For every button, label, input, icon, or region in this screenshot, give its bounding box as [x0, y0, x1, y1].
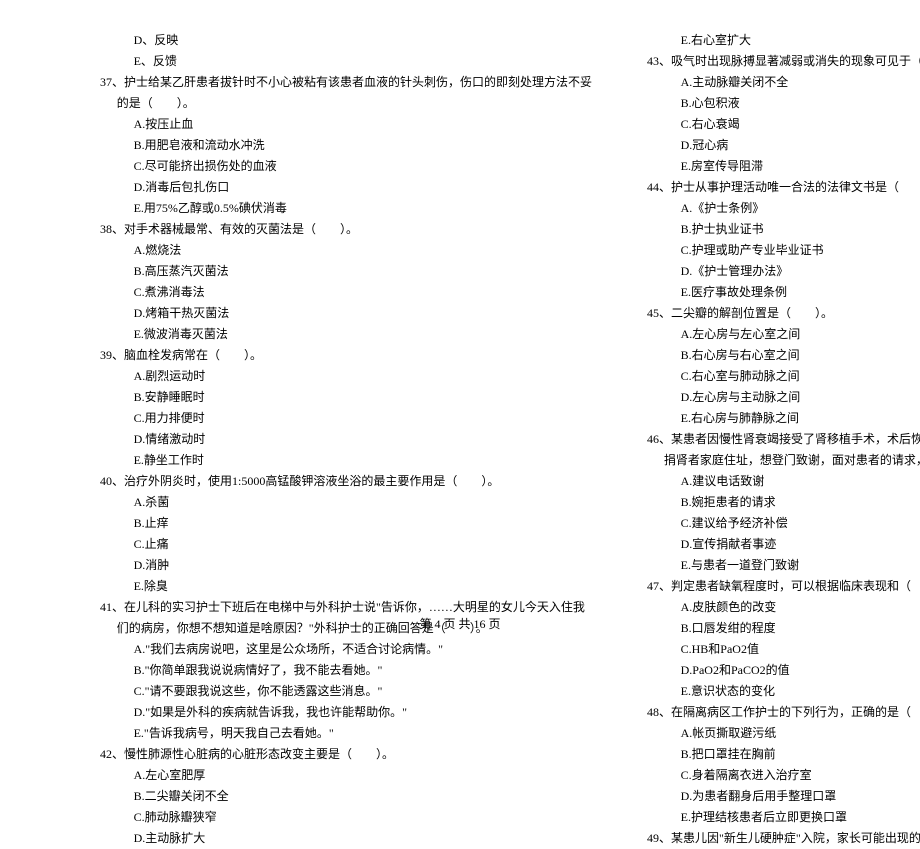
opt: E.静坐工作时 — [100, 450, 592, 471]
opt: D.冠心病 — [647, 135, 920, 156]
opt: D.为患者翻身后用手整理口罩 — [647, 786, 920, 807]
opt: E.房室传导阻滞 — [647, 156, 920, 177]
opt: A.左心室肥厚 — [100, 765, 592, 786]
opt: B.把口罩挂在胸前 — [647, 744, 920, 765]
opt: D.消肿 — [100, 555, 592, 576]
opt: B."你简单跟我说说病情好了，我不能去看她。" — [100, 660, 592, 681]
opt: B.止痒 — [100, 513, 592, 534]
opt: E.与患者一道登门致谢 — [647, 555, 920, 576]
opt: C.护理或助产专业毕业证书 — [647, 240, 920, 261]
opt: A.左心房与左心室之间 — [647, 324, 920, 345]
opt: E.医疗事故处理条例 — [647, 282, 920, 303]
q45: 45、二尖瓣的解剖位置是（ ）。 — [647, 303, 920, 324]
opt: C."请不要跟我说这些，你不能透露这些消息。" — [100, 681, 592, 702]
q39: 39、脑血栓发病常在（ ）。 — [100, 345, 592, 366]
opt: A.主动脉瓣关闭不全 — [647, 72, 920, 93]
opt: E.除臭 — [100, 576, 592, 597]
q38: 38、对手术器械最常、有效的灭菌法是（ ）。 — [100, 219, 592, 240]
q37-cont: 的是（ ）。 — [100, 93, 592, 114]
q37: 37、护士给某乙肝患者拔针时不小心被粘有该患者血液的针头刺伤，伤口的即刻处理方法… — [100, 72, 592, 93]
opt: B.用肥皂液和流动水冲洗 — [100, 135, 592, 156]
opt: E.意识状态的变化 — [647, 681, 920, 702]
opt: E."告诉我病号，明天我自己去看她。" — [100, 723, 592, 744]
opt: E.护理结核患者后立即更换口罩 — [647, 807, 920, 828]
opt: D、反映 — [100, 30, 592, 51]
opt: C.尽可能挤出损伤处的血液 — [100, 156, 592, 177]
q42: 42、慢性肺源性心脏病的心脏形态改变主要是（ ）。 — [100, 744, 592, 765]
opt: C.止痛 — [100, 534, 592, 555]
opt: B.婉拒患者的请求 — [647, 492, 920, 513]
opt: B.右心房与右心室之间 — [647, 345, 920, 366]
q46: 46、某患者因慢性肾衰竭接受了肾移植手术，术后恢复良好，心怀感激，多次向责任护士… — [647, 429, 920, 450]
opt: A.《护士条例》 — [647, 198, 920, 219]
opt: A.帐页撕取避污纸 — [647, 723, 920, 744]
opt: A.按压止血 — [100, 114, 592, 135]
opt: E.用75%乙醇或0.5%碘伏消毒 — [100, 198, 592, 219]
opt: B.护士执业证书 — [647, 219, 920, 240]
q44: 44、护士从事护理活动唯一合法的法律文书是（ ）。 — [647, 177, 920, 198]
opt: D.情绪激动时 — [100, 429, 592, 450]
opt: D.左心房与主动脉之间 — [647, 387, 920, 408]
opt: C.煮沸消毒法 — [100, 282, 592, 303]
opt: D.主动脉扩大 — [100, 828, 592, 849]
q43: 43、吸气时出现脉搏显著减弱或消失的现象可见于（ ）。 — [647, 51, 920, 72]
opt: E、反馈 — [100, 51, 592, 72]
opt: B.心包积液 — [647, 93, 920, 114]
opt: C.建议给予经济补偿 — [647, 513, 920, 534]
opt: B.安静睡眠时 — [100, 387, 592, 408]
opt: E.右心室扩大 — [647, 30, 920, 51]
opt: D.烤箱干热灭菌法 — [100, 303, 592, 324]
opt: C.用力排便时 — [100, 408, 592, 429]
opt: D.宣传捐献者事迹 — [647, 534, 920, 555]
opt: A.燃烧法 — [100, 240, 592, 261]
opt: A.剧烈运动时 — [100, 366, 592, 387]
opt: C.右心衰竭 — [647, 114, 920, 135]
opt: A.建议电话致谢 — [647, 471, 920, 492]
page-footer: 第 4 页 共 16 页 — [0, 614, 920, 635]
opt: E.右心房与肺静脉之间 — [647, 408, 920, 429]
opt: A.杀菌 — [100, 492, 592, 513]
q49: 49、某患儿因"新生儿硬肿症"入院，家长可能出现的心理反应中不包括（ ）。 — [647, 828, 920, 849]
opt: C.肺动脉瓣狭窄 — [100, 807, 592, 828]
opt: D.PaO2和PaCO2的值 — [647, 660, 920, 681]
opt: B.高压蒸汽灭菌法 — [100, 261, 592, 282]
opt: C.身着隔离衣进入治疗室 — [647, 765, 920, 786]
opt: D.消毒后包扎伤口 — [100, 177, 592, 198]
opt: D.《护士管理办法》 — [647, 261, 920, 282]
opt: C.右心室与肺动脉之间 — [647, 366, 920, 387]
q48: 48、在隔离病区工作护士的下列行为，正确的是（ ）。 — [647, 702, 920, 723]
q40: 40、治疗外阴炎时，使用1:5000高锰酸钾溶液坐浴的最主要作用是（ ）。 — [100, 471, 592, 492]
q47: 47、判定患者缺氧程度时，可以根据临床表现和（ ）。 — [647, 576, 920, 597]
q46-cont: 捐肾者家庭住址，想登门致谢，面对患者的请求，责任护士正确的做法是（ ）。 — [647, 450, 920, 471]
opt: D."如果是外科的疾病就告诉我，我也许能帮助你。" — [100, 702, 592, 723]
opt: E.微波消毒灭菌法 — [100, 324, 592, 345]
opt: B.二尖瓣关闭不全 — [100, 786, 592, 807]
